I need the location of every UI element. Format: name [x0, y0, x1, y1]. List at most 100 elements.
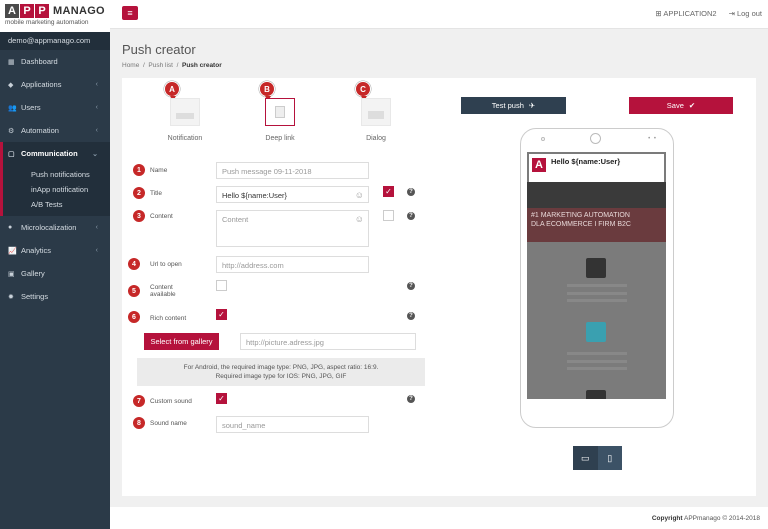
preview-text-line [567, 299, 627, 302]
check-icon: ✓ [385, 187, 392, 196]
help-icon[interactable]: ? [407, 212, 415, 220]
paper-plane-icon: ✈ [528, 101, 536, 110]
field-label: Content available [150, 284, 176, 298]
emoji-icon[interactable]: ☺ [355, 214, 364, 224]
logo-letter: A [5, 4, 19, 18]
sidebar-item-communication[interactable]: ▢ Communication ⌄ [0, 142, 110, 165]
field-label: Url to open [150, 261, 182, 268]
custom-sound-checkbox[interactable]: ✓ [216, 393, 227, 404]
save-button[interactable]: Save ✔ [629, 97, 733, 114]
application-selector[interactable]: ⊞ APPLICATION2 [655, 9, 716, 18]
phone-screen: #1 MARKETING AUTOMATION DLA ECOMMERCE I … [527, 152, 666, 399]
test-push-button[interactable]: Test push ✈ [461, 97, 566, 114]
help-icon[interactable]: ? [407, 188, 415, 196]
marker-c: C [355, 81, 371, 101]
tablet-view-button[interactable]: ▭ [573, 446, 598, 470]
sidebar-item-automation[interactable]: ⚙ Automation ‹ [0, 119, 110, 142]
field-label-line: Content [150, 284, 173, 291]
field-number: 7 [133, 395, 145, 407]
phone-sensors: • • [648, 136, 657, 142]
content-available-checkbox[interactable] [216, 280, 227, 291]
logo-letter: P [35, 4, 49, 18]
sidebar-item-analytics[interactable]: 📈 Analytics ‹ [0, 239, 110, 262]
preview-text-line [567, 292, 627, 295]
phone-camera [541, 137, 545, 141]
sidebar: A P P MANAGO mobile marketing automation… [0, 0, 110, 529]
chart-icon: 📈 [8, 247, 17, 255]
sidebar-item-label: Dashboard [21, 57, 58, 66]
name-input[interactable]: Push message 09-11-2018 [216, 162, 369, 179]
info-line: For Android, the required image type: PN… [183, 364, 379, 371]
sidebar-item-microlocalization[interactable]: ● Microlocalization ‹ [0, 216, 110, 239]
footer-copyright: APPmanago © 2014-2018 [684, 515, 760, 522]
sidebar-item-label: Settings [21, 292, 49, 301]
help-icon[interactable]: ? [407, 312, 415, 320]
preview-text-line [567, 360, 627, 363]
content-textarea[interactable]: Content ☺ [216, 210, 369, 247]
sidebar-item-users[interactable]: 👥 Users ‹ [0, 96, 110, 119]
sidebar-subitem-ab-tests[interactable]: A/B Tests [3, 197, 110, 212]
sidebar-item-label: Analytics [21, 246, 52, 255]
picture-url-input[interactable]: http://picture.adress.jpg [240, 333, 416, 350]
test-push-label: Test push [491, 101, 524, 110]
phone-view-button[interactable]: ▯ [597, 446, 622, 470]
preview-hero: #1 MARKETING AUTOMATION DLA ECOMMERCE I … [527, 208, 666, 242]
field-label-line: available [150, 291, 176, 298]
topbar: ≡ ⊞ APPLICATION2 ⇥ Log out [110, 0, 768, 29]
users-icon: 👥 [8, 104, 17, 112]
type-notification[interactable]: Notification [155, 98, 215, 142]
sidebar-item-label: Users [21, 103, 41, 112]
select-from-gallery-button[interactable]: Select from gallery [144, 333, 219, 350]
url-input[interactable]: http://address.com [216, 256, 369, 273]
communication-submenu: Push notifications inApp notification A/… [0, 165, 110, 216]
sidebar-item-gallery[interactable]: ▣ Gallery [0, 262, 110, 285]
notification-preview: A Hello ${name:User} [529, 154, 664, 182]
laptop-icon [586, 322, 606, 342]
chevron-left-icon: ‹ [95, 104, 98, 111]
preview-icon [586, 390, 606, 399]
field-label: Rich content [150, 315, 187, 322]
emoji-icon[interactable]: ☺ [355, 190, 364, 200]
check-icon: ✓ [218, 394, 225, 403]
breadcrumb-home[interactable]: Home [122, 62, 139, 69]
field-number: 2 [133, 187, 145, 199]
menu-toggle-button[interactable]: ≡ [122, 6, 138, 20]
title-checkbox[interactable]: ✓ [383, 186, 394, 197]
preview-hero-line: #1 MARKETING AUTOMATION [531, 212, 630, 219]
sidebar-item-settings[interactable]: ✹ Settings [0, 285, 110, 308]
push-creator-card: A Notification B Deep link C Dialog Test… [122, 78, 756, 496]
user-email[interactable]: demo@appmanago.com [0, 32, 110, 50]
info-line: Required image type for IOS: PNG, JPG, G… [215, 373, 347, 380]
title-value: Hello ${name:User} [222, 191, 288, 200]
sidebar-item-label: Microlocalization [21, 223, 77, 232]
check-icon: ✔ [688, 101, 696, 110]
field-label: Name [150, 167, 168, 174]
topbar-right: ⊞ APPLICATION2 ⇥ Log out [655, 9, 762, 18]
title-input[interactable]: Hello ${name:User} ☺ [216, 186, 369, 203]
type-deep-link[interactable]: Deep link [250, 98, 310, 142]
sidebar-item-applications[interactable]: ◆ Applications ‹ [0, 73, 110, 96]
chevron-left-icon: ‹ [95, 247, 98, 254]
breadcrumb-push-list[interactable]: Push list [148, 62, 173, 69]
logo[interactable]: A P P MANAGO mobile marketing automation [0, 0, 110, 32]
logout-link[interactable]: ⇥ Log out [729, 9, 762, 18]
content-checkbox[interactable] [383, 210, 394, 221]
comment-icon: ▢ [8, 150, 15, 158]
phone-icon: ▯ [607, 452, 613, 463]
sidebar-subitem-inapp-notification[interactable]: inApp notification [3, 182, 110, 197]
field-number: 6 [128, 311, 140, 323]
gears-icon: ⚙ [8, 127, 15, 135]
logout-icon: ⇥ [728, 9, 735, 18]
deep-link-type-icon [265, 98, 295, 126]
sidebar-subitem-push-notifications[interactable]: Push notifications [3, 167, 110, 182]
help-icon[interactable]: ? [407, 395, 415, 403]
help-icon[interactable]: ? [407, 282, 415, 290]
type-label: Dialog [366, 135, 386, 142]
rich-content-checkbox[interactable]: ✓ [216, 309, 227, 320]
footer: Copyright APPmanago © 2014-2018 [110, 507, 768, 529]
type-dialog[interactable]: Dialog [346, 98, 406, 142]
sidebar-item-dashboard[interactable]: ▦ Dashboard [0, 50, 110, 73]
sound-name-input[interactable]: sound_name [216, 416, 369, 433]
notification-title: Hello ${name:User} [551, 157, 621, 166]
preview-hero-line: DLA ECOMMERCE I FIRM B2C [531, 221, 631, 228]
